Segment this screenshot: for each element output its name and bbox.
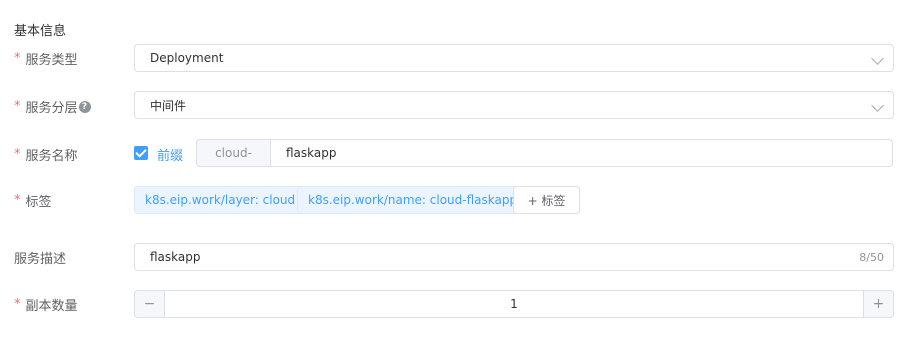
service-type-select[interactable]: Deployment (134, 44, 894, 72)
service-desc-input[interactable]: flaskapp 8/50 (134, 243, 894, 271)
tag-layer[interactable]: k8s.eip.work/layer: cloud (134, 186, 307, 214)
required-mark: * (14, 297, 21, 312)
chevron-down-icon (871, 99, 884, 112)
required-mark: * (14, 193, 21, 208)
tags-label: * 标签 (14, 191, 52, 210)
service-type-label: * 服务类型 (14, 49, 78, 68)
name-prefix: cloud- (196, 139, 271, 167)
prefix-checkbox-label[interactable]: 前缀 (157, 145, 183, 164)
service-layer-value: 中间件 (150, 98, 187, 113)
char-counter: 8/50 (859, 251, 884, 264)
add-tag-button[interactable]: + 标签 (513, 186, 580, 214)
replicas-label: * 副本数量 (14, 295, 78, 314)
service-name-input[interactable]: flaskapp (270, 139, 893, 167)
tags-label-text: 标签 (25, 195, 52, 210)
help-icon[interactable]: ? (78, 100, 91, 113)
prefix-checkbox[interactable] (134, 146, 148, 160)
decrement-button[interactable]: − (135, 291, 165, 317)
required-mark: * (14, 51, 21, 66)
service-name-label-text: 服务名称 (25, 149, 78, 164)
required-mark: * (14, 99, 21, 114)
service-layer-label: * 服务分层 ? (14, 97, 91, 116)
service-desc-value: flaskapp (150, 250, 201, 264)
service-name-value: flaskapp (286, 146, 337, 160)
section-title: 基本信息 (14, 24, 67, 39)
increment-button[interactable]: + (863, 291, 893, 317)
service-layer-select[interactable]: 中间件 (134, 91, 894, 119)
tag-name[interactable]: k8s.eip.work/name: cloud-flaskapp (297, 186, 529, 214)
required-mark: * (14, 147, 21, 162)
replicas-label-text: 副本数量 (25, 299, 78, 314)
service-layer-label-text: 服务分层 (25, 101, 78, 116)
service-type-value: Deployment (150, 51, 224, 65)
replicas-value[interactable]: 1 (165, 291, 863, 317)
replicas-stepper[interactable]: − 1 + (134, 290, 894, 318)
service-type-label-text: 服务类型 (25, 53, 78, 68)
service-desc-label: 服务描述 (14, 248, 66, 267)
service-desc-label-text: 服务描述 (14, 252, 67, 267)
service-name-label: * 服务名称 (14, 145, 78, 164)
chevron-down-icon (871, 52, 884, 65)
